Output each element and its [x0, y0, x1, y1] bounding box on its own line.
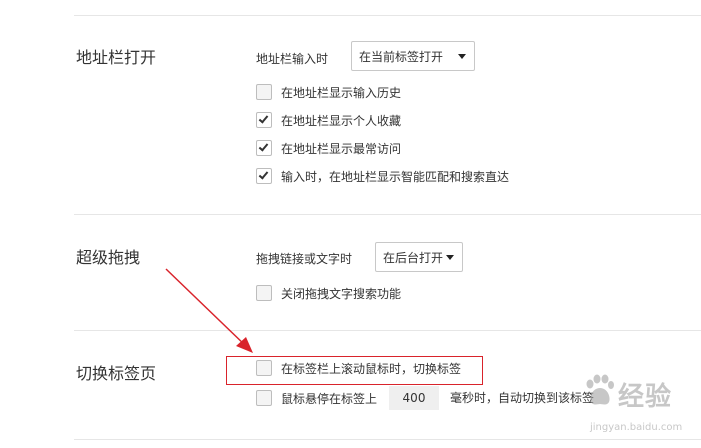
baidu-paw-icon: [586, 374, 614, 405]
watermark-url: jingyan.baidu.com: [590, 422, 683, 433]
watermark: 经验 jingyan.baidu.com: [582, 370, 694, 440]
watermark-text: 经验: [618, 382, 673, 412]
